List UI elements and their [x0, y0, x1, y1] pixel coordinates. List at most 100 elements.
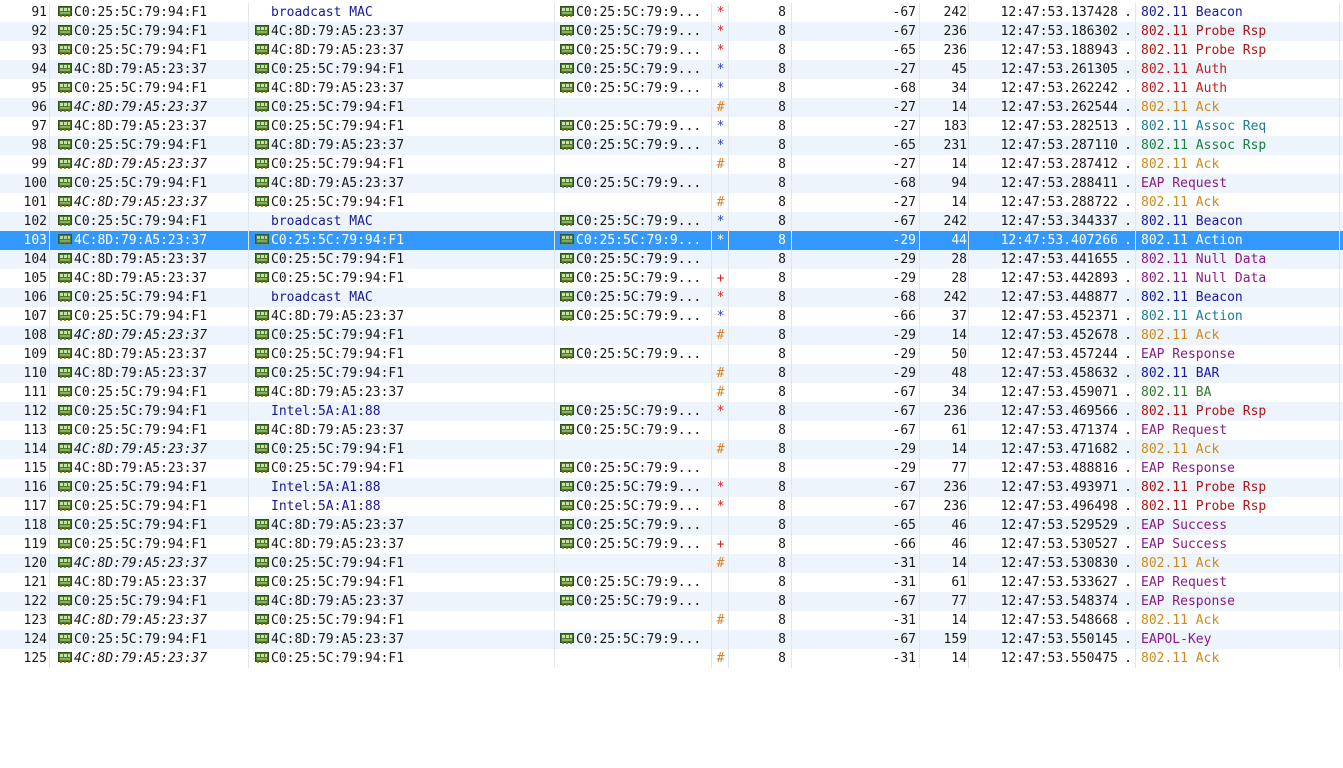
packet-row[interactable]: 93 C0:25:5C:79:94:F1 4C:8D:79:A5:23:37 C… [0, 41, 1343, 60]
protocol-name: 802.11 [1141, 385, 1188, 400]
source-address: C0:25:5C:79:94:F1 [52, 136, 249, 155]
protocol-info: 802.11 Auth [1137, 79, 1340, 98]
source-address: C0:25:5C:79:94:F1 [52, 535, 249, 554]
timestamp-value: 12:47:53.288722 [1000, 195, 1118, 210]
protocol-name: 802.11 [1141, 366, 1188, 381]
protocol-info: 802.11 Assoc Rsp [1137, 136, 1340, 155]
separator-dot: . [1121, 3, 1136, 22]
packet-row[interactable]: 108 4C:8D:79:A5:23:37 C0:25:5C:79:94:F1 … [0, 326, 1343, 345]
network-card-icon [255, 595, 269, 606]
packet-row[interactable]: 95 C0:25:5C:79:94:F1 4C:8D:79:A5:23:37 C… [0, 79, 1343, 98]
protocol-type: Auth [1195, 81, 1228, 96]
packet-row[interactable]: 109 4C:8D:79:A5:23:37 C0:25:5C:79:94:F1 … [0, 345, 1343, 364]
signal-value: -66 [793, 307, 920, 326]
packet-row[interactable]: 100 C0:25:5C:79:94:F1 4C:8D:79:A5:23:37 … [0, 174, 1343, 193]
packet-row[interactable]: 94 4C:8D:79:A5:23:37 C0:25:5C:79:94:F1 C… [0, 60, 1343, 79]
packet-row[interactable]: 92 C0:25:5C:79:94:F1 4C:8D:79:A5:23:37 C… [0, 22, 1343, 41]
network-card-icon [560, 6, 574, 17]
packet-row[interactable]: 98 C0:25:5C:79:94:F1 4C:8D:79:A5:23:37 C… [0, 136, 1343, 155]
packet-row[interactable]: 91 C0:25:5C:79:94:F1 broadcast MAC C0:25… [0, 3, 1343, 22]
length-value: 242 [921, 288, 969, 307]
protocol-info: EAP Success [1137, 516, 1340, 535]
packet-row[interactable]: 125 4C:8D:79:A5:23:37 C0:25:5C:79:94:F1 … [0, 649, 1343, 668]
packet-row[interactable]: 123 4C:8D:79:A5:23:37 C0:25:5C:79:94:F1 … [0, 611, 1343, 630]
packet-row[interactable]: 111 C0:25:5C:79:94:F1 4C:8D:79:A5:23:37 … [0, 383, 1343, 402]
channel-value: 8 [730, 478, 792, 497]
timestamp-value: 12:47:53.533627 [1000, 575, 1118, 590]
packet-row[interactable]: 101 4C:8D:79:A5:23:37 C0:25:5C:79:94:F1 … [0, 193, 1343, 212]
protocol-name: 802.11 [1141, 651, 1188, 666]
packet-row[interactable]: 106 C0:25:5C:79:94:F1 broadcast MAC C0:2… [0, 288, 1343, 307]
network-card-icon [255, 215, 269, 226]
packet-row[interactable]: 115 4C:8D:79:A5:23:37 C0:25:5C:79:94:F1 … [0, 459, 1343, 478]
length-value: 46 [921, 535, 969, 554]
protocol-sep [1188, 195, 1196, 210]
channel-value: 8 [730, 421, 792, 440]
packet-row[interactable]: 117 C0:25:5C:79:94:F1 Intel:5A:A1:88 C0:… [0, 497, 1343, 516]
signal-value: -29 [793, 364, 920, 383]
packet-number: 96 [0, 98, 50, 117]
packet-row[interactable]: 102 C0:25:5C:79:94:F1 broadcast MAC C0:2… [0, 212, 1343, 231]
destination-address: 4C:8D:79:A5:23:37 [250, 22, 555, 41]
timestamp-value: 12:47:53.496498 [1000, 499, 1118, 514]
length-value: 14 [921, 155, 969, 174]
network-card-icon [58, 538, 72, 549]
packet-row[interactable]: 97 4C:8D:79:A5:23:37 C0:25:5C:79:94:F1 C… [0, 117, 1343, 136]
protocol-type: Ack [1195, 195, 1220, 210]
length-value: 61 [921, 421, 969, 440]
packet-row[interactable]: 99 4C:8D:79:A5:23:37 C0:25:5C:79:94:F1 #… [0, 155, 1343, 174]
length-value: 14 [921, 193, 969, 212]
packet-number: 102 [0, 212, 50, 231]
packet-flag: # [713, 155, 729, 174]
network-card-icon [255, 310, 269, 321]
source-address: 4C:8D:79:A5:23:37 [52, 117, 249, 136]
destination-address: 4C:8D:79:A5:23:37 [250, 383, 555, 402]
packet-row[interactable]: 104 4C:8D:79:A5:23:37 C0:25:5C:79:94:F1 … [0, 250, 1343, 269]
source-address: C0:25:5C:79:94:F1 [52, 79, 249, 98]
packet-row[interactable]: 119 C0:25:5C:79:94:F1 4C:8D:79:A5:23:37 … [0, 535, 1343, 554]
length-value: 14 [921, 554, 969, 573]
source-address: C0:25:5C:79:94:F1 [52, 174, 249, 193]
packet-row[interactable]: 96 4C:8D:79:A5:23:37 C0:25:5C:79:94:F1 #… [0, 98, 1343, 117]
protocol-info: EAP Request [1137, 421, 1340, 440]
packet-row[interactable]: 110 4C:8D:79:A5:23:37 C0:25:5C:79:94:F1 … [0, 364, 1343, 383]
separator-dot: . [1121, 421, 1136, 440]
packet-row[interactable]: 124 C0:25:5C:79:94:F1 4C:8D:79:A5:23:37 … [0, 630, 1343, 649]
destination-address: C0:25:5C:79:94:F1 [250, 649, 555, 668]
protocol-info: 802.11 Ack [1137, 193, 1340, 212]
length-value: 14 [921, 649, 969, 668]
channel-value: 8 [730, 117, 792, 136]
packet-flag: # [713, 364, 729, 383]
network-card-icon [255, 576, 269, 587]
bssid-address: C0:25:5C:79:9... [556, 3, 712, 22]
packet-row[interactable]: 116 C0:25:5C:79:94:F1 Intel:5A:A1:88 C0:… [0, 478, 1343, 497]
signal-value: -29 [793, 459, 920, 478]
packet-row[interactable]: 113 C0:25:5C:79:94:F1 4C:8D:79:A5:23:37 … [0, 421, 1343, 440]
network-card-icon [58, 576, 72, 587]
separator-dot: . [1121, 364, 1136, 383]
channel-value: 8 [730, 459, 792, 478]
packet-row[interactable]: 122 C0:25:5C:79:94:F1 4C:8D:79:A5:23:37 … [0, 592, 1343, 611]
packet-row[interactable]: 114 4C:8D:79:A5:23:37 C0:25:5C:79:94:F1 … [0, 440, 1343, 459]
packet-flag: * [713, 117, 729, 136]
network-card-icon [58, 462, 72, 473]
length-value: 46 [921, 516, 969, 535]
packet-row[interactable]: 121 4C:8D:79:A5:23:37 C0:25:5C:79:94:F1 … [0, 573, 1343, 592]
protocol-info: 802.11 Null Data [1137, 269, 1340, 288]
packet-flag: * [713, 478, 729, 497]
timestamp-value: 12:47:53.262544 [1000, 100, 1118, 115]
network-card-icon [560, 120, 574, 131]
packet-row[interactable]: 120 4C:8D:79:A5:23:37 C0:25:5C:79:94:F1 … [0, 554, 1343, 573]
packet-row[interactable]: 118 C0:25:5C:79:94:F1 4C:8D:79:A5:23:37 … [0, 516, 1343, 535]
network-card-icon [560, 405, 574, 416]
network-card-icon [255, 633, 269, 644]
bssid-address [556, 98, 712, 117]
packet-row[interactable]: 112 C0:25:5C:79:94:F1 Intel:5A:A1:88 C0:… [0, 402, 1343, 421]
packet-row[interactable]: 107 C0:25:5C:79:94:F1 4C:8D:79:A5:23:37 … [0, 307, 1343, 326]
packet-row[interactable]: 105 4C:8D:79:A5:23:37 C0:25:5C:79:94:F1 … [0, 269, 1343, 288]
network-card-icon [58, 120, 72, 131]
packet-list[interactable]: 91 C0:25:5C:79:94:F1 broadcast MAC C0:25… [0, 3, 1343, 668]
packet-row[interactable]: 103 4C:8D:79:A5:23:37 C0:25:5C:79:94:F1 … [0, 231, 1343, 250]
bssid-address: C0:25:5C:79:9... [556, 497, 712, 516]
source-address: 4C:8D:79:A5:23:37 [52, 193, 249, 212]
